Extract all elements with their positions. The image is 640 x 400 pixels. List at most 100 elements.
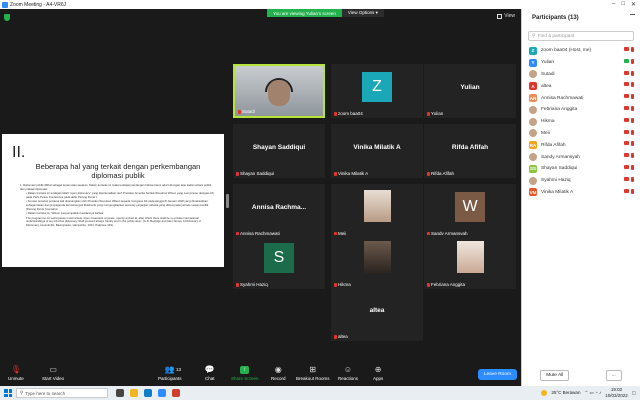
video-tile-vinika[interactable]: Vinika Milatik A Vinika Milatik A: [331, 124, 423, 178]
participant-name: Shayan Saddiqui: [541, 166, 578, 172]
slide-bullets: 1. Diplomasi publik dilihat sebagai tuju…: [12, 183, 214, 228]
record-button[interactable]: ◉ Record: [271, 366, 286, 382]
tile-display-name: Vinika Milatik A: [353, 144, 401, 151]
slide-quote: The programme for world peace must inclu…: [26, 215, 201, 227]
chat-button[interactable]: 💬 Chat: [205, 366, 215, 382]
video-tile-rifda[interactable]: Rifda Afifah Rifda Afifah: [424, 124, 516, 178]
clock[interactable]: 19:02 10/03/2022: [605, 387, 628, 398]
video-off-icon: [624, 176, 629, 181]
muted-mic-icon: [427, 171, 430, 176]
mute-all-button[interactable]: Mute All: [540, 369, 570, 381]
security-shield-icon[interactable]: [4, 14, 10, 21]
notification-icon[interactable]: ▢: [632, 390, 636, 396]
apps-button[interactable]: ⊕ Apps: [373, 366, 383, 382]
video-tile-yulian[interactable]: Yulian Yulian: [424, 64, 516, 118]
maximize-button[interactable]: □: [621, 1, 625, 8]
close-button[interactable]: ✕: [631, 1, 636, 8]
video-tile-altea[interactable]: altea altea: [331, 287, 423, 341]
reactions-button[interactable]: ☺ Reactions: [338, 366, 358, 382]
zoom-taskbar-icon[interactable]: [158, 389, 166, 397]
resize-handle[interactable]: [226, 194, 229, 208]
participant-avatar: Z: [529, 46, 537, 55]
minimize-panel-icon[interactable]: [630, 14, 635, 15]
panel-title: Participants (13): [532, 15, 579, 21]
participant-avatar: [529, 105, 537, 114]
participant-row[interactable]: VM Vinika Milatik A: [522, 187, 640, 199]
muted-mic-icon: [334, 334, 337, 339]
participant-avatar: [529, 70, 537, 79]
video-off-icon: [624, 105, 629, 110]
video-tile-meii[interactable]: Meii: [331, 184, 423, 238]
grid-icon: [497, 13, 503, 19]
participant-name: Sandy Armansyah: [541, 154, 580, 160]
unmute-button[interactable]: 🎙 Unmute: [8, 366, 24, 382]
tile-display-name: Shayan Saddiqui: [252, 144, 306, 151]
participant-row[interactable]: RA Rifda Afifah: [522, 139, 640, 151]
video-tile-syahmi[interactable]: S Syahmi Haziq: [233, 235, 325, 289]
meeting-area: You are viewing Yulian's screen View Opt…: [0, 9, 521, 364]
breakout-rooms-button[interactable]: ⊞ Breakout Rooms: [296, 365, 330, 382]
video-tile-shayan[interactable]: Shayan Saddiqui Shayan Saddiqui: [233, 124, 325, 178]
minimize-button[interactable]: –: [612, 1, 615, 8]
participant-row[interactable]: AR Annisa Rachmawati: [522, 92, 640, 104]
office-icon[interactable]: [172, 389, 180, 397]
participant-name: Meii: [541, 130, 550, 136]
start-video-button[interactable]: ▭ Start Video: [42, 366, 64, 382]
zoom-logo-icon: [2, 1, 8, 8]
participant-name: Hikma: [541, 119, 555, 125]
participant-row[interactable]: Hikma: [522, 116, 640, 128]
video-tile-hikma[interactable]: Hikma: [331, 235, 423, 289]
share-screen-label: Share Screen: [231, 376, 259, 381]
tile-name: Shayan Saddiqui: [240, 171, 275, 176]
participant-row[interactable]: Aaltea: [522, 80, 640, 92]
edge-icon[interactable]: [144, 389, 152, 397]
tray-icons[interactable]: ⌃ ▭ ◔ ♪: [584, 390, 601, 396]
title-bar: Zoom Meeting - A4-VR6J – □ ✕: [0, 0, 640, 9]
participant-row[interactable]: Sutadi: [522, 69, 640, 81]
leave-room-button[interactable]: Leave Room: [477, 369, 517, 380]
chat-label: Chat: [205, 376, 215, 381]
file-explorer-icon[interactable]: [130, 389, 138, 397]
slide-bullet: • Dalam konteks ini terdapat istilah "op…: [26, 191, 214, 199]
participant-search-input[interactable]: ⚲ Find a participant: [528, 31, 634, 41]
participant-row[interactable]: Syahmi Haziq: [522, 175, 640, 187]
view-button[interactable]: View: [497, 13, 515, 19]
participant-row[interactable]: SS Shayan Saddiqui: [522, 163, 640, 175]
tile-name: Vinika Milatik A: [338, 171, 369, 176]
participant-avatar: A: [529, 82, 537, 91]
participant-name: Annisa Rachmawati: [541, 95, 584, 101]
tile-name: Febriana Anggita: [431, 282, 466, 287]
breakout-rooms-icon: ⊞: [309, 365, 317, 374]
video-off-icon: [624, 153, 629, 158]
video-off-icon: [624, 70, 629, 75]
participant-row[interactable]: Y Yulian: [522, 57, 640, 69]
muted-mic-icon: [427, 111, 430, 116]
video-tile-sutadi[interactable]: Sutadi: [233, 64, 325, 118]
video-tile-sandy[interactable]: W Sandy Armansyah: [424, 184, 516, 238]
search-placeholder: Find a participant: [537, 33, 575, 39]
share-screen-button[interactable]: ↑ Share Screen: [231, 366, 259, 381]
more-options-button[interactable]: ...: [605, 369, 622, 381]
video-off-icon: [624, 82, 629, 87]
participant-row[interactable]: Febriana Anggita: [522, 104, 640, 116]
slide-section-number: II.: [12, 144, 26, 161]
video-off-icon: [624, 188, 629, 193]
participants-panel: Participants (13) ⚲ Find a participant Z…: [521, 9, 640, 386]
video-tile-febriana[interactable]: Febriana Anggita: [424, 235, 516, 289]
participant-row[interactable]: Meii: [522, 128, 640, 140]
participant-name: Vinika Milatik A: [541, 189, 574, 195]
windows-start-icon[interactable]: [4, 389, 12, 397]
participant-avatar: [529, 129, 537, 138]
video-off-icon: [624, 141, 629, 146]
tile-name: Sutadi: [242, 109, 255, 114]
video-tile-annisa[interactable]: Annisa Rachma... Annisa Rachmawati: [233, 184, 325, 238]
participant-row[interactable]: Zzoom baa04 (Host, me): [522, 45, 640, 57]
view-options-button[interactable]: View Options ▾: [341, 9, 384, 17]
taskbar-search-input[interactable]: ⚲ Type here to search: [16, 388, 108, 398]
participant-row[interactable]: Sandy Armansyah: [522, 151, 640, 163]
weather-text: 25°C Berawan: [551, 390, 581, 395]
participant-name: Syahmi Haziq: [541, 178, 571, 184]
tile-display-name: altea: [369, 307, 385, 314]
video-tile-zoom-baa04[interactable]: Z zoom baa04: [331, 64, 423, 118]
task-view-icon[interactable]: [116, 389, 124, 397]
